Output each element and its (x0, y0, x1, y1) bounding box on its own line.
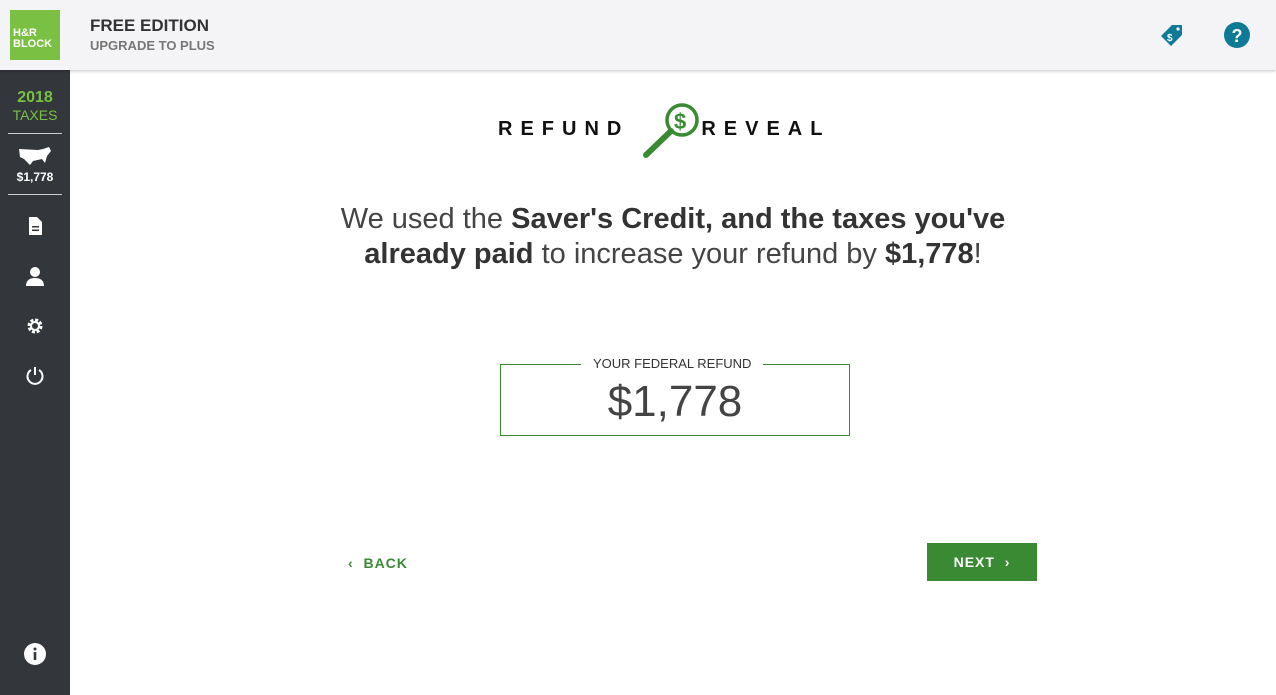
divider (8, 133, 62, 134)
document-icon[interactable] (24, 215, 46, 237)
back-button[interactable]: ‹ BACK (348, 555, 408, 571)
svg-text:$: $ (1167, 33, 1173, 44)
upgrade-link[interactable]: UPGRADE TO PLUS (90, 38, 215, 53)
chevron-right-icon: › (994, 554, 1011, 570)
power-icon[interactable] (24, 365, 46, 387)
divider (8, 194, 62, 195)
federal-refund-box: YOUR FEDERAL REFUND $1,778 (500, 356, 850, 436)
federal-refund-amount: $1,778 (16, 170, 54, 184)
taxes-label: TAXES (12, 107, 58, 123)
refund-message: We used the Saver's Credit, and the taxe… (340, 203, 1006, 270)
main-content: REFUND REVEAL $ We used the Saver's Credi… (70, 70, 1276, 695)
sidebar: 2018 TAXES $1,778 (0, 70, 70, 695)
tax-year: 2018 (17, 89, 53, 106)
price-tag-icon[interactable]: $ (1158, 22, 1184, 48)
help-icon[interactable]: ? (1224, 22, 1250, 48)
info-icon[interactable] (24, 643, 46, 665)
svg-text:?: ? (1232, 26, 1243, 46)
edition-label: FREE EDITION (90, 16, 210, 35)
header: H&R BLOCK FREE EDITION UPGRADE TO PLUS $ … (0, 0, 1276, 70)
usa-map-icon[interactable] (18, 146, 52, 166)
person-icon[interactable] (24, 265, 46, 287)
federal-refund-label: YOUR FEDERAL REFUND (581, 356, 764, 371)
federal-refund-value: $1,778 (607, 377, 743, 426)
magnifier-dollar-icon: $ (643, 103, 699, 158)
svg-text:$: $ (674, 109, 686, 134)
chevron-left-icon: ‹ (348, 555, 364, 571)
gear-icon[interactable] (24, 315, 46, 337)
next-button[interactable]: NEXT › (927, 543, 1037, 581)
hrblock-logo[interactable]: H&R BLOCK (10, 10, 60, 60)
